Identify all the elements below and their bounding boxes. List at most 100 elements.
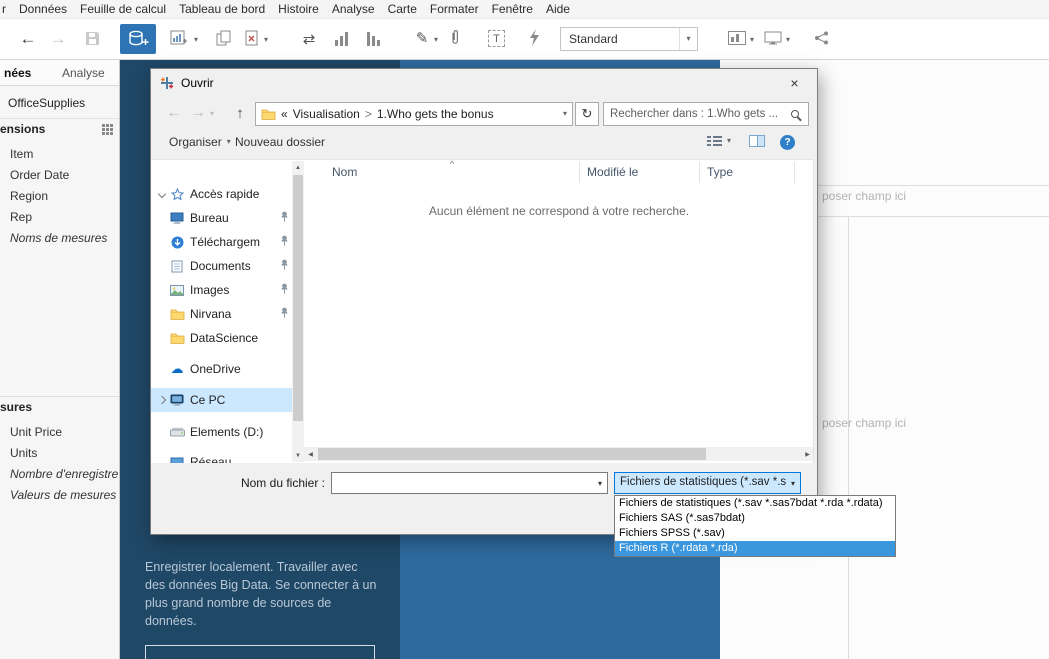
fit-selector[interactable]: Standard ▾ [560, 27, 698, 51]
expander-chevron-icon[interactable] [157, 189, 168, 199]
menu-item-donnees[interactable]: Données [19, 2, 67, 16]
menu-item-carte[interactable]: Carte [388, 2, 417, 16]
sort-ascending-button[interactable] [334, 31, 349, 46]
filename-input[interactable]: ▾ [331, 472, 608, 494]
scroll-up-icon[interactable]: ▲ [292, 161, 304, 174]
sort-descending-button[interactable] [366, 31, 381, 46]
history-caret-icon[interactable]: ▾ [210, 110, 214, 118]
scroll-left-icon[interactable]: ◀ [304, 447, 317, 461]
clear-sheet-button[interactable] [244, 30, 260, 46]
tab-donnees[interactable]: nées [4, 66, 31, 80]
filetype-caret-icon[interactable]: ▾ [791, 479, 795, 488]
scrollbar-thumb[interactable] [318, 448, 706, 460]
view-selector-button[interactable]: ▾ [706, 135, 731, 147]
show-me-button[interactable] [728, 31, 746, 45]
filetype-option-statistics[interactable]: Fichiers de statistiques (*.sav *.sas7bd… [615, 496, 895, 511]
text-label-button[interactable]: T [488, 30, 505, 47]
dimension-item-rep[interactable]: Rep [0, 207, 119, 228]
swap-axes-button[interactable]: ⇄ [298, 28, 320, 50]
menu-item-aide[interactable]: Aide [546, 2, 570, 16]
measure-item-units[interactable]: Units [0, 443, 119, 464]
tree-item-elements-drive[interactable]: Elements (D:) [151, 420, 292, 444]
menu-item-analyse[interactable]: Analyse [332, 2, 375, 16]
fit-selector-caret-icon[interactable]: ▾ [679, 28, 697, 50]
dimension-item-order-date[interactable]: Order Date [0, 165, 119, 186]
forward-button[interactable]: → [187, 102, 209, 124]
share-button[interactable] [814, 31, 830, 45]
breadcrumb-current-folder[interactable]: 1.Who gets the bonus [377, 107, 494, 121]
scroll-right-icon[interactable]: ▶ [801, 447, 813, 461]
help-button[interactable]: ? [780, 135, 795, 150]
measure-item-measure-values[interactable]: Valeurs de mesures [0, 485, 119, 506]
column-divider[interactable] [699, 162, 700, 183]
column-header-name[interactable]: Nom [332, 165, 357, 179]
menu-item-feuille-de-calcul[interactable]: Feuille de calcul [80, 2, 166, 16]
sort-descending-icon [367, 32, 380, 46]
new-worksheet-caret-icon[interactable]: ▾ [194, 36, 198, 44]
undo-button[interactable]: ← [16, 27, 40, 51]
tree-item-onedrive[interactable]: ☁ OneDrive [151, 357, 292, 381]
column-divider[interactable] [579, 162, 580, 183]
tree-item-datascience[interactable]: DataScience [151, 326, 292, 350]
close-icon[interactable]: × [772, 69, 817, 97]
column-header-type[interactable]: Type [707, 165, 733, 179]
menu-item-fichier-fragment[interactable]: r [2, 2, 6, 16]
horizontal-scrollbar[interactable]: ◀ ▶ [304, 447, 813, 461]
address-bar[interactable]: « Visualisation > 1.Who gets the bonus ▾ [255, 102, 573, 126]
filetype-option-sas[interactable]: Fichiers SAS (*.sas7bdat) [615, 511, 895, 526]
tree-item-desktop[interactable]: Bureau [151, 206, 292, 230]
measure-item-number-of-records[interactable]: Nombre d'enregistre [0, 464, 119, 485]
address-caret-icon[interactable]: ▾ [563, 110, 567, 118]
new-datasource-button[interactable] [120, 24, 156, 54]
column-header-modified[interactable]: Modifié le [587, 165, 638, 179]
expander-chevron-icon[interactable] [157, 395, 168, 405]
duplicate-sheet-button[interactable] [216, 30, 232, 46]
menu-item-formater[interactable]: Formater [430, 2, 479, 16]
tree-item-downloads[interactable]: Téléchargem [151, 230, 292, 254]
tree-item-quick-access[interactable]: Accès rapide [151, 182, 292, 206]
breadcrumb-visualisation[interactable]: Visualisation [293, 107, 360, 121]
show-me-caret-icon[interactable]: ▾ [750, 36, 754, 44]
menu-item-fenetre[interactable]: Fenêtre [492, 2, 533, 16]
measure-item-unit-price[interactable]: Unit Price [0, 422, 119, 443]
filetype-select[interactable]: Fichiers de statistiques (*.sav *.s ▾ [614, 472, 801, 494]
column-divider[interactable] [794, 162, 795, 183]
back-button[interactable]: ← [163, 102, 185, 124]
new-worksheet-button[interactable] [170, 30, 188, 46]
highlight-button[interactable]: ✎ [412, 27, 432, 49]
dimension-item-region[interactable]: Region [0, 186, 119, 207]
preview-pane-button[interactable] [749, 135, 765, 147]
tree-item-this-pc[interactable]: Ce PC [151, 388, 292, 412]
connect-pane-button[interactable] [145, 645, 375, 659]
paperclip-button[interactable] [450, 29, 460, 46]
search-input[interactable]: Rechercher dans : 1.Who gets ... [603, 102, 809, 126]
filetype-option-spss[interactable]: Fichiers SPSS (*.sav) [615, 526, 895, 541]
tree-item-images[interactable]: Images [151, 278, 292, 302]
tree-item-documents[interactable]: Documents [151, 254, 292, 278]
run-update-button[interactable] [528, 29, 540, 46]
save-button[interactable] [84, 30, 101, 47]
scroll-down-icon[interactable]: ▼ [292, 449, 304, 462]
menu-item-histoire[interactable]: Histoire [278, 2, 319, 16]
presentation-button[interactable] [764, 31, 782, 45]
highlight-caret-icon[interactable]: ▾ [434, 36, 438, 44]
scrollbar-thumb[interactable] [293, 175, 303, 421]
tab-analyse[interactable]: Analyse [62, 66, 105, 80]
up-button[interactable]: ↑ [229, 102, 251, 124]
redo-button[interactable]: → [46, 27, 70, 51]
refresh-button[interactable]: ↻ [575, 102, 599, 126]
menu-item-tableau-de-bord[interactable]: Tableau de bord [179, 2, 265, 16]
organize-button[interactable]: Organiser ▾ [169, 135, 231, 149]
dimension-item-item[interactable]: Item [0, 144, 119, 165]
datasource-item[interactable]: OfficeSupplies [0, 92, 119, 116]
clear-sheet-caret-icon[interactable]: ▾ [264, 36, 268, 44]
grid-icon[interactable] [102, 124, 113, 138]
tree-item-network[interactable]: Réseau [151, 450, 292, 463]
tree-item-nirvana[interactable]: Nirvana [151, 302, 292, 326]
presentation-caret-icon[interactable]: ▾ [786, 36, 790, 44]
filetype-option-r[interactable]: Fichiers R (*.rdata *.rda) [615, 541, 895, 556]
new-folder-button[interactable]: Nouveau dossier [235, 135, 325, 149]
filename-caret-icon[interactable]: ▾ [598, 479, 602, 488]
tree-scrollbar[interactable]: ▲ ▼ [292, 161, 304, 462]
dimension-item-measure-names[interactable]: Noms de mesures [0, 228, 119, 249]
